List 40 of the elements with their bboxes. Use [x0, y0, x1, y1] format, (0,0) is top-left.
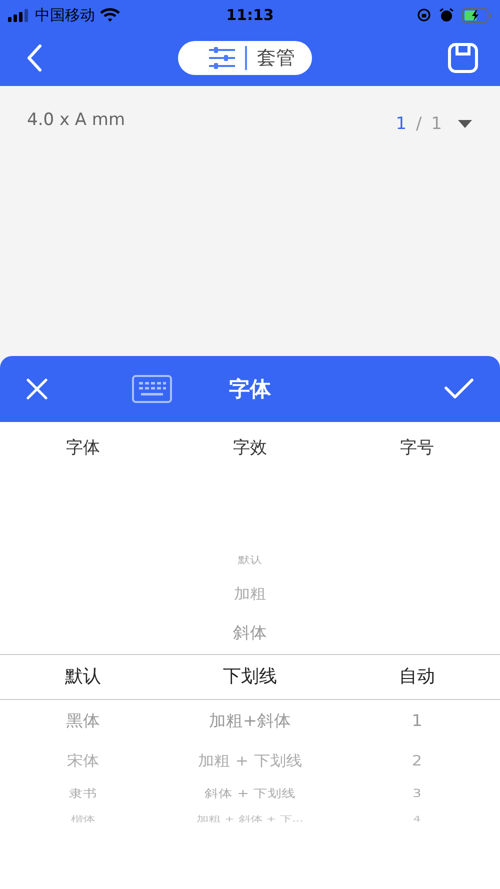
page-selector[interactable]: 1 / 1 [396, 110, 472, 134]
picker-option[interactable]: 2 [412, 753, 422, 768]
picker-option[interactable]: 斜体 + 下划线 [204, 788, 296, 800]
label-size: 4.0 x A mm [27, 110, 126, 130]
column-header: 字号 [400, 436, 434, 458]
rotation-lock-icon [417, 8, 431, 22]
wifi-icon [100, 8, 120, 22]
picker-option[interactable]: 默认 [238, 555, 262, 565]
column-header: 字效 [233, 436, 267, 458]
picker-option[interactable]: 斜体 [233, 624, 267, 642]
sheet-title: 字体 [229, 376, 271, 403]
mode-toggle[interactable]: 套管 [178, 41, 312, 75]
picker-option[interactable]: 默认 [65, 668, 101, 686]
close-icon [26, 378, 48, 400]
picker-option[interactable]: 自动 [399, 668, 435, 686]
keyboard-icon [132, 375, 172, 403]
keyboard-button[interactable] [132, 375, 172, 403]
picker-option[interactable]: 3 [412, 788, 422, 800]
picker-option[interactable]: 下划线 [223, 668, 277, 686]
picker-option[interactable]: 黑体 [66, 712, 100, 730]
picker-option[interactable]: 加粗 [234, 586, 266, 601]
back-button[interactable] [26, 44, 42, 72]
signal-icon [8, 8, 30, 22]
picker-option[interactable]: 加粗 + 下划线 [198, 753, 302, 768]
close-button[interactable] [26, 378, 48, 400]
caret-icon [458, 120, 472, 128]
alarm-icon [439, 8, 454, 22]
picker-option[interactable]: 加粗+斜体 [208, 712, 292, 730]
check-icon [444, 378, 474, 400]
back-icon [26, 44, 42, 72]
picker-option[interactable]: 隶书 [69, 788, 97, 800]
confirm-button[interactable] [444, 378, 474, 400]
carrier-name: 中国移动 [35, 6, 95, 24]
status-time: 11:13 [226, 6, 274, 24]
picker-option[interactable]: 宋体 [67, 753, 99, 768]
column-header: 字体 [66, 436, 100, 458]
sliders-icon [209, 47, 235, 69]
picker-option[interactable]: 1 [412, 712, 422, 730]
save-button[interactable] [448, 43, 478, 73]
battery-icon [462, 8, 492, 22]
